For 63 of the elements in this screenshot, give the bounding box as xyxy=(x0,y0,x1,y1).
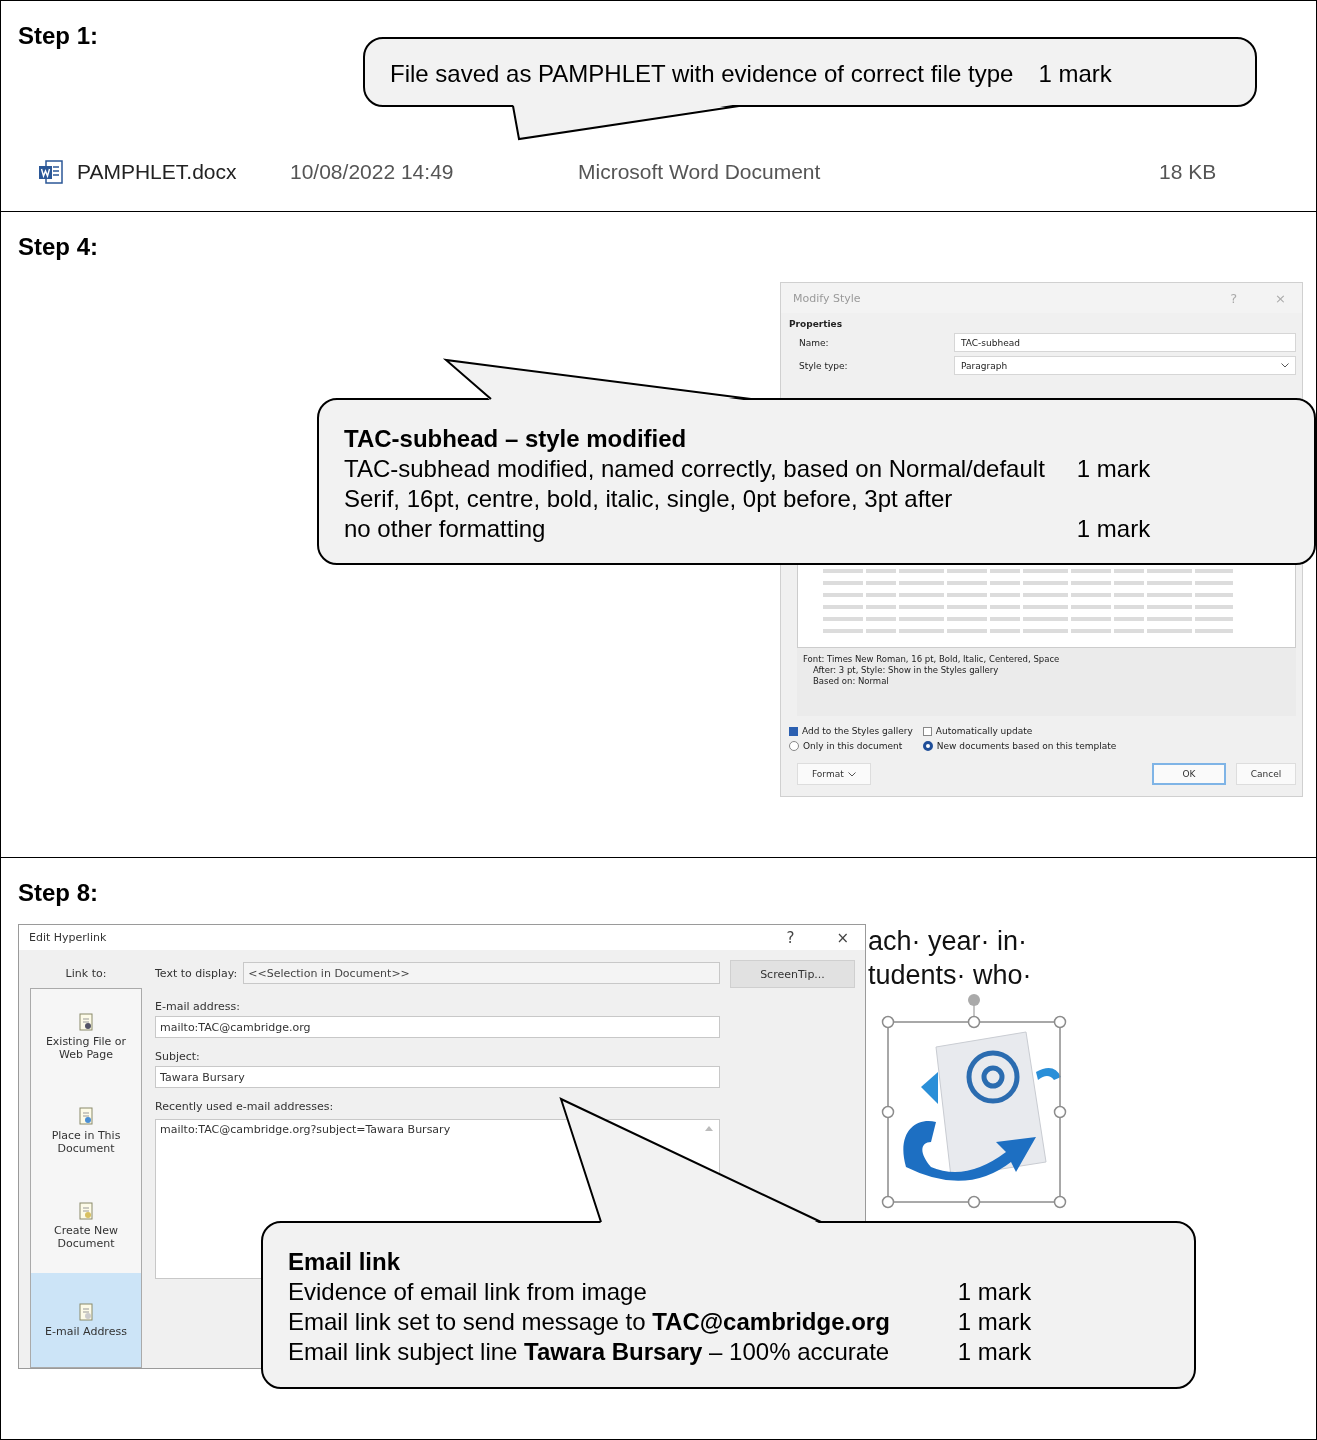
field-label: Subject: xyxy=(155,1048,201,1065)
field-label: Name: xyxy=(799,337,830,348)
mark-criterion: Email link subject line Tawara Bursary – 100% accurate xyxy=(288,1337,890,1367)
cancel-button[interactable]: Cancel xyxy=(1236,763,1296,785)
text-field[interactable]: TAC-subhead xyxy=(954,333,1296,352)
callout-heading: Email link xyxy=(288,1247,402,1277)
link-type-item[interactable]: Existing File or Web Page xyxy=(31,989,141,1084)
mark-criterion: no other formatting xyxy=(344,513,547,544)
close-button[interactable]: × xyxy=(830,928,855,947)
radio-button[interactable]: New documents based on this template xyxy=(922,741,1117,751)
screentip-button[interactable]: ScreenTip... xyxy=(730,960,855,988)
subject-field[interactable]: Tawara Bursary xyxy=(155,1066,720,1088)
file-size: 18 KB xyxy=(1159,160,1218,184)
step-title: Step 1: xyxy=(18,21,98,51)
radio-button[interactable]: Only in this document xyxy=(789,741,913,751)
field-label: Style type: xyxy=(799,360,849,371)
callout-heading: TAC-subhead – style modified xyxy=(344,423,688,454)
list-item[interactable]: mailto:TAC@cambridge.org?subject=Tawara Bursary xyxy=(160,1123,451,1136)
dialog-title: Modify Style xyxy=(793,291,862,305)
ok-button[interactable]: OK xyxy=(1152,763,1226,785)
caret-icon xyxy=(1281,363,1289,368)
mark-value: 1 mark xyxy=(1038,59,1112,89)
mark-criterion: Email link set to send message to TAC@cambridge.org xyxy=(288,1307,890,1337)
page-icon xyxy=(76,1106,96,1127)
mark-criterion: TAC-subhead modified, named correctly, based on Normal/default xyxy=(344,453,1045,484)
file-date: 10/08/2022 14:49 xyxy=(290,160,455,184)
field-label: Text to display: xyxy=(155,966,238,980)
step-title: Step 4: xyxy=(18,232,98,262)
mark-criterion: Serif, 16pt, centre, bold, italic, single, 0pt before, 3pt after xyxy=(344,483,954,514)
file-type: Microsoft Word Document xyxy=(578,160,822,184)
text-field[interactable]: <<Selection in Document>> xyxy=(243,962,720,984)
selection-frame[interactable] xyxy=(881,994,1067,1209)
page-icon xyxy=(76,1301,96,1322)
mark-value: 1 mark xyxy=(957,1337,1032,1367)
mark-value: 1 mark xyxy=(957,1277,1032,1307)
step-title: Step 8: xyxy=(18,878,98,908)
link-type-item[interactable]: Create New Document xyxy=(31,1178,141,1273)
document-text: ach· year· in· xyxy=(867,925,1029,958)
mark-value: 1 mark xyxy=(1076,513,1151,544)
dropdown-field[interactable]: Paragraph xyxy=(954,356,1296,375)
link-type-item[interactable]: E-mail Address xyxy=(31,1272,141,1367)
help-button[interactable]: ? xyxy=(780,928,801,947)
field-label: Recently used e-mail addresses: xyxy=(155,1098,335,1115)
link-to-label: Link to: xyxy=(65,965,107,982)
email-field[interactable]: mailto:TAC@cambridge.org xyxy=(155,1016,720,1038)
mark-criterion: File saved as PAMPHLET with evidence of correct file type xyxy=(390,59,1014,89)
mark-value: 1 mark xyxy=(1076,453,1151,484)
field-label: E-mail address: xyxy=(155,998,241,1015)
file-name: PAMPHLET.docx xyxy=(77,160,238,184)
document-text: tudents· who· xyxy=(867,959,1033,992)
caret-icon xyxy=(847,771,856,777)
mark-criterion: Evidence of email link from image xyxy=(288,1277,648,1307)
mark-value: 1 mark xyxy=(957,1307,1032,1337)
link-type-item[interactable]: Place in This Document xyxy=(31,1083,141,1178)
page-icon xyxy=(76,1011,96,1032)
section-label: Properties xyxy=(788,318,844,331)
checkbox[interactable]: Automatically update xyxy=(922,726,1117,736)
page-icon xyxy=(76,1200,96,1221)
format-button[interactable]: Format xyxy=(797,763,871,785)
dialog-title: Edit Hyperlink xyxy=(29,931,108,944)
style-description: Font: Times New Roman, 16 pt, Bold, Italic, Centered, Space After: 3 pt, Style: Show in the Styles gallery Based on: Normal xyxy=(797,648,1296,716)
checkbox[interactable]: Add to the Styles gallery xyxy=(789,726,913,736)
document-icon xyxy=(38,159,64,185)
